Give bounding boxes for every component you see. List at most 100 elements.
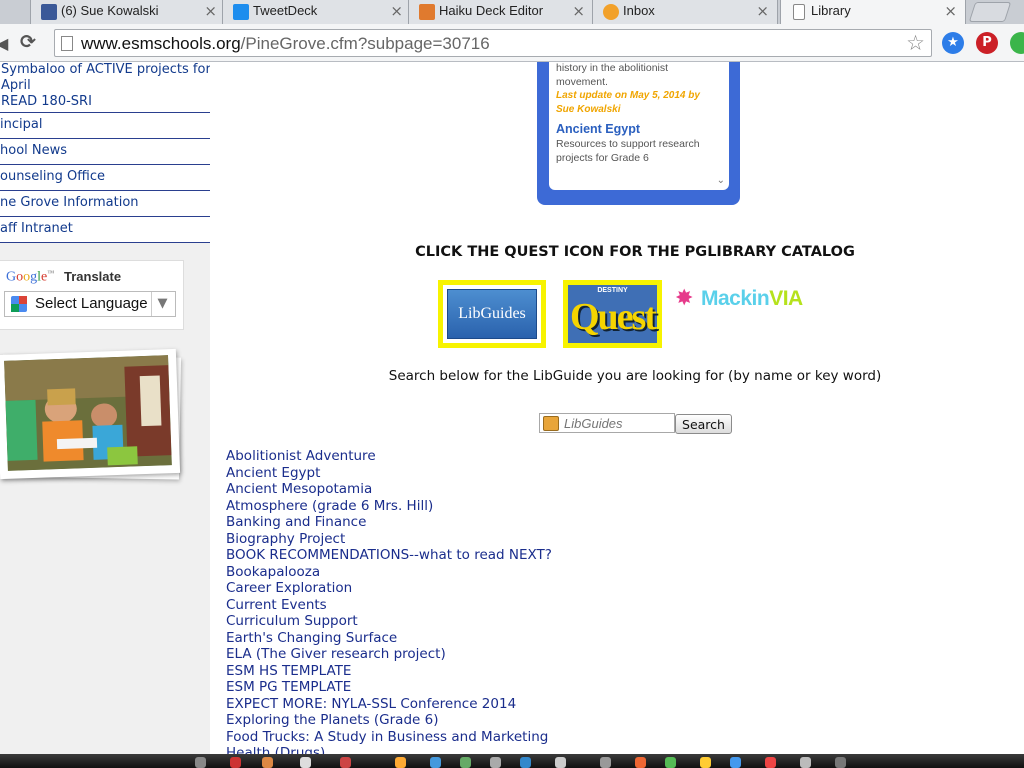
tab-haiku-deck[interactable]: Haiku Deck Editor × [408,0,594,24]
nav-line: READ 180-SRI [1,94,92,109]
tab-library[interactable]: Library × [780,0,966,24]
photo-frame [0,348,181,480]
dock-app-icon[interactable] [490,757,501,768]
sidebar-item-pine-grove-info[interactable]: ne Grove Information [0,191,210,217]
sidebar-item-projects[interactable]: Symbaloo of ACTIVE projects for April RE… [0,62,210,113]
libguides-logo-text: LibGuides [447,289,537,339]
libguide-link[interactable]: Health (Drugs) [226,745,325,754]
libguide-link[interactable]: EXPECT MORE: NYLA-SSL Conference 2014 [226,696,516,712]
dock-app-icon[interactable] [555,757,566,768]
dock-app-icon[interactable] [635,757,646,768]
list-item: ESM HS TEMPLATE [226,662,552,679]
page-viewport: Symbaloo of ACTIVE projects for April RE… [0,62,1024,754]
libguide-link[interactable]: Career Exploration [226,580,352,596]
reload-icon[interactable]: ⟳ [20,31,42,53]
libguides-logo-link[interactable]: LibGuides [438,280,546,348]
libguide-link[interactable]: Biography Project [226,531,345,547]
address-bar[interactable]: www.esmschools.org/PineGrove.cfm?subpage… [54,29,932,57]
libguide-link[interactable]: Exploring the Planets (Grade 6) [226,712,438,728]
nav-line: Symbaloo of ACTIVE projects for [1,62,210,77]
dock-app-icon[interactable] [340,757,351,768]
list-item: Abolitionist Adventure [226,447,552,464]
dock-app-icon[interactable] [395,757,406,768]
language-select[interactable]: Select Language ▼ [4,291,176,317]
quest-logo-text: Quest [570,296,657,338]
dock-app-icon[interactable] [730,757,741,768]
close-icon[interactable]: × [756,2,769,20]
dock-app-icon[interactable] [300,757,311,768]
close-icon[interactable]: × [944,2,957,20]
back-arrow-icon[interactable]: ◀ [0,34,10,53]
libguide-link[interactable]: Atmosphere (grade 6 Mrs. Hill) [226,498,433,514]
libguide-link[interactable]: Banking and Finance [226,514,366,530]
libguide-link[interactable]: Ancient Mesopotamia [226,481,372,497]
dock-app-icon[interactable] [195,757,206,768]
dock-app-icon[interactable] [665,757,676,768]
new-tab-button[interactable] [968,2,1012,22]
libguide-link[interactable]: ESM HS TEMPLATE [226,663,351,679]
url-text[interactable]: www.esmschools.org/PineGrove.cfm?subpage… [81,34,490,54]
libguides-search-field[interactable] [539,413,675,433]
libguide-link[interactable]: Current Events [226,597,327,613]
tab-label: Haiku Deck Editor [439,3,544,18]
translate-label: Translate [64,269,122,284]
mackin-text-main: Mackin [701,287,770,310]
dock-app-icon[interactable] [262,757,273,768]
extension-star-icon[interactable]: ★ [942,32,964,54]
libguide-link[interactable]: Ancient Egypt [226,465,320,481]
translate-icon [11,296,27,312]
tab-tweetdeck[interactable]: TweetDeck × [222,0,412,24]
extension-icon[interactable] [1010,32,1024,54]
tab-strip: (6) Sue Kowalski × TweetDeck × Haiku Dec… [0,0,1024,24]
dock-app-icon[interactable] [430,757,441,768]
dock-app-icon[interactable] [765,757,776,768]
dropdown-arrow-icon[interactable]: ▼ [151,292,173,316]
sidebar-item-counseling[interactable]: ounseling Office [0,165,210,191]
haiku-deck-icon [419,4,435,20]
libguide-link[interactable]: ESM PG TEMPLATE [226,679,351,695]
dock-app-icon[interactable] [520,757,531,768]
libguide-link[interactable]: Earth's Changing Surface [226,630,397,646]
close-icon[interactable]: × [572,2,585,20]
dock-app-icon[interactable] [230,757,241,768]
feed-link-ancient-egypt[interactable]: Ancient Egypt [556,122,721,137]
tab-facebook[interactable]: (6) Sue Kowalski × [30,0,226,24]
libguide-link[interactable]: BOOK RECOMMENDATIONS--what to read NEXT? [226,547,552,563]
list-item: Food Trucks: A Study in Business and Mar… [226,728,552,745]
dock-app-icon[interactable] [700,757,711,768]
libguide-link[interactable]: Bookapalooza [226,564,320,580]
bookmark-star-icon[interactable]: ☆ [906,31,925,55]
libguide-link[interactable]: ELA (The Giver research project) [226,646,446,662]
dock-app-icon[interactable] [600,757,611,768]
catalog-heading: CLICK THE QUEST ICON FOR THE PGLIBRARY C… [415,244,855,260]
mackinvia-logo-link[interactable]: ✸ MackinVIA [673,286,835,312]
libguide-link[interactable]: Food Trucks: A Study in Business and Mar… [226,729,548,745]
libguides-search-input[interactable] [564,415,672,431]
close-icon[interactable]: × [390,2,403,20]
close-icon[interactable]: × [204,2,217,20]
sidebar-item-school-news[interactable]: hool News [0,139,210,165]
quest-logo-link[interactable]: DESTINY Quest [563,280,662,348]
google-logo: Google™ [6,269,55,285]
list-item: ESM PG TEMPLATE [226,678,552,695]
tweetdeck-icon [233,4,249,20]
feed-description: Resources to support research projects f… [556,138,700,164]
star-burst-icon: ✸ [675,286,694,311]
list-item: Earth's Changing Surface [226,629,552,646]
pinterest-icon[interactable]: P [976,32,998,54]
tab-inbox[interactable]: Inbox × [592,0,778,24]
sidebar-item-principal[interactable]: incipal [0,113,210,139]
sidebar-item-staff-intranet[interactable]: aff Intranet [0,217,210,243]
inbox-icon [603,4,619,20]
scroll-down-icon[interactable]: ⌄ [717,175,725,186]
students-photo [4,355,172,471]
dock-app-icon[interactable] [835,757,846,768]
dock-app-icon[interactable] [800,757,811,768]
mackinvia-logo-text: MackinVIA [701,287,803,311]
search-button[interactable]: Search [675,414,732,434]
libguide-link[interactable]: Curriculum Support [226,613,358,629]
libguide-link[interactable]: Abolitionist Adventure [226,448,376,464]
list-item: Health (Drugs) [226,744,552,754]
dock-app-icon[interactable] [460,757,471,768]
os-dock [0,754,1024,768]
